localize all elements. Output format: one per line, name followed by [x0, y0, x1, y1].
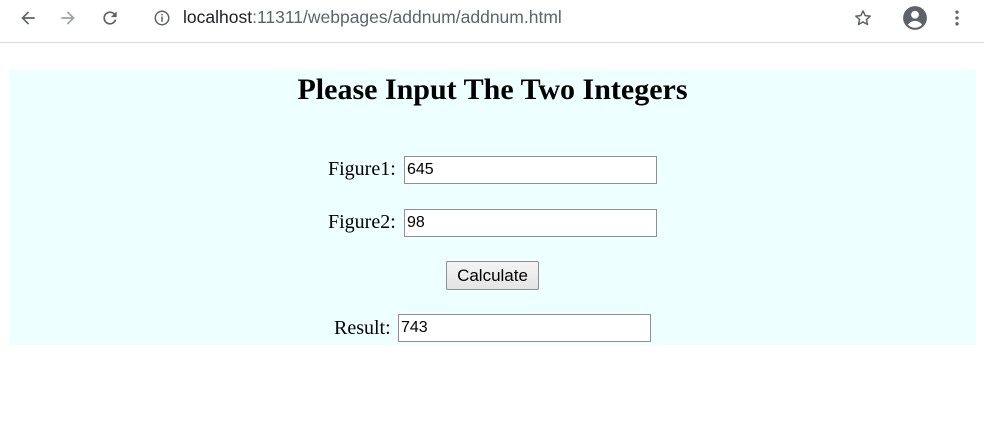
figure2-input[interactable]: [404, 209, 657, 237]
menu-button[interactable]: [943, 4, 971, 32]
url-path: :11311/webpages/addnum/addnum.html: [252, 7, 562, 27]
account-button[interactable]: [901, 4, 929, 32]
result-label: Result:: [334, 317, 391, 339]
url-text[interactable]: localhost:11311/webpages/addnum/addnum.h…: [183, 7, 562, 28]
page-heading: Please Input The Two Integers: [297, 73, 688, 106]
input-panel: Please Input The Two Integers Figure1: F…: [9, 70, 976, 345]
figure1-label: Figure1:: [328, 158, 396, 180]
figure1-input[interactable]: [404, 156, 657, 184]
kebab-menu-icon: [955, 10, 959, 26]
result-field[interactable]: [398, 314, 651, 342]
back-arrow-icon: [21, 11, 35, 25]
forward-arrow-icon: [61, 11, 75, 25]
reload-button[interactable]: [96, 4, 124, 32]
calculate-button[interactable]: Calculate: [446, 261, 539, 290]
url-host: localhost: [183, 7, 253, 27]
reload-icon: [103, 11, 117, 25]
star-icon: [855, 10, 871, 26]
back-button[interactable]: [14, 4, 42, 32]
address-bar[interactable]: localhost:11311/webpages/addnum/addnum.h…: [140, 0, 886, 36]
account-icon: [903, 6, 927, 30]
figure2-label: Figure2:: [328, 211, 396, 233]
info-icon[interactable]: [152, 8, 172, 28]
bookmark-button[interactable]: [849, 4, 877, 32]
browser-toolbar: localhost:11311/webpages/addnum/addnum.h…: [0, 0, 984, 43]
forward-button[interactable]: [54, 4, 82, 32]
